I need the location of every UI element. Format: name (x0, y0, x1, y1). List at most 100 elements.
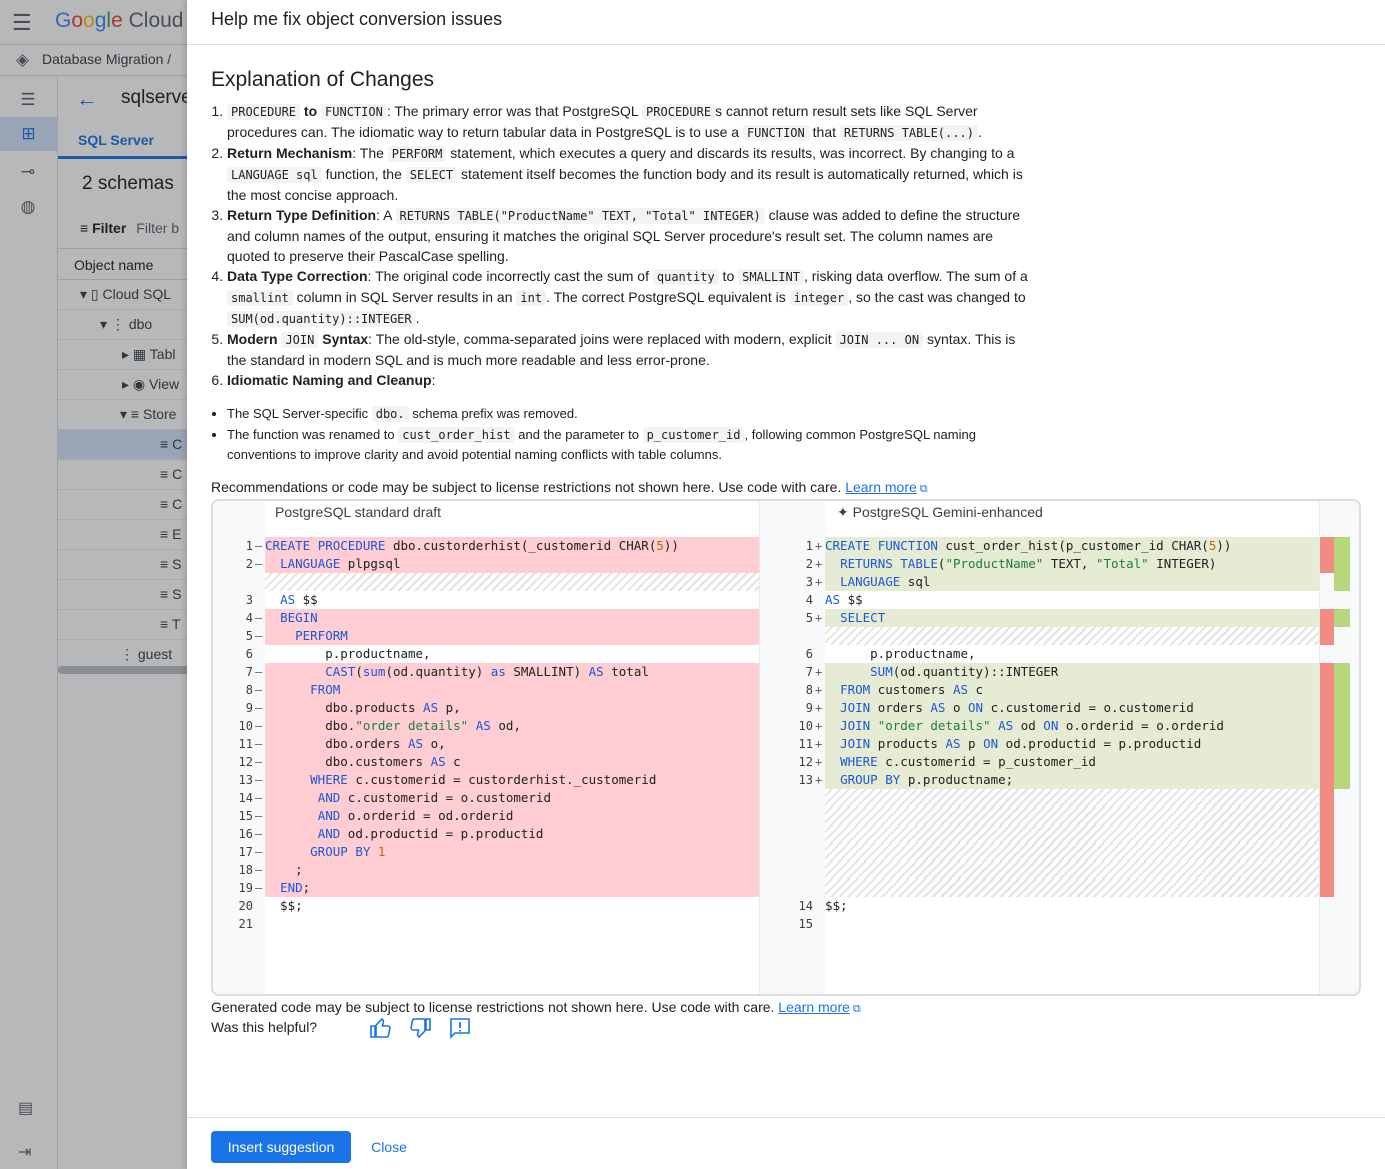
code-line[interactable]: JOIN "order details" AS od ON o.orderid … (825, 717, 1333, 735)
helpful-prompt: Was this helpful? (211, 1019, 318, 1035)
diff-spacer[interactable] (825, 879, 1333, 897)
code-line[interactable]: AS $$ (825, 591, 1333, 609)
diff-marker: + (815, 719, 823, 733)
code-line[interactable]: WHERE c.customerid = p_customer_id (825, 753, 1333, 771)
code-line[interactable]: $$; (265, 897, 773, 915)
line-number: 15 (238, 809, 253, 823)
thumb-down-icon[interactable] (408, 1016, 432, 1040)
code-line[interactable]: GROUP BY p.productname; (825, 771, 1333, 789)
code-line[interactable]: GROUP BY 1 (265, 843, 773, 861)
line-number: 13 (238, 773, 253, 787)
diff-spacer[interactable] (825, 627, 1333, 645)
thumb-up-icon[interactable] (369, 1016, 393, 1040)
diff-editor[interactable]: PostgreSQL standard draft ✦ PostgreSQL G… (211, 499, 1361, 996)
code-line[interactable]: FROM (265, 681, 773, 699)
diff-spacer[interactable] (825, 825, 1333, 843)
diff-spacer[interactable] (825, 789, 1333, 807)
code-line[interactable]: WHERE c.customerid = custorderhist._cust… (265, 771, 773, 789)
explanation-item: Return Mechanism: The PERFORM statement,… (227, 143, 1031, 205)
code-line[interactable] (825, 915, 1333, 933)
code-line[interactable]: AS $$ (265, 591, 773, 609)
line-number: 5 (805, 611, 813, 625)
code-line[interactable]: CREATE PROCEDURE dbo.custorderhist(_cust… (265, 537, 773, 555)
line-number: 12 (238, 755, 253, 769)
left-code-pane[interactable]: CREATE PROCEDURE dbo.custorderhist(_cust… (213, 537, 773, 994)
diff-marker: — (255, 845, 263, 859)
line-number: 14 (238, 791, 253, 805)
diff-marker: — (255, 773, 263, 787)
code-line[interactable]: SELECT (825, 609, 1333, 627)
diff-marker: — (255, 611, 263, 625)
diff-spacer[interactable] (825, 861, 1333, 879)
right-code-pane[interactable]: CREATE FUNCTION cust_order_hist(p_custom… (773, 537, 1333, 994)
code-line[interactable]: PERFORM (265, 627, 773, 645)
line-number: 21 (238, 917, 253, 931)
diff-marker: — (255, 863, 263, 877)
insert-suggestion-button[interactable]: Insert suggestion (211, 1131, 351, 1163)
code-line[interactable]: SUM(od.quantity)::INTEGER (825, 663, 1333, 681)
diff-overview-ruler[interactable] (1319, 501, 1359, 994)
line-number: 8 (805, 683, 813, 697)
line-number: 14 (798, 899, 813, 913)
line-number: 1 (805, 539, 813, 553)
code-line[interactable]: dbo.customers AS c (265, 753, 773, 771)
explanation-heading: Explanation of Changes (211, 68, 434, 91)
divider (187, 44, 1385, 45)
diff-marker: + (815, 539, 823, 553)
code-line[interactable]: LANGUAGE sql (825, 573, 1333, 591)
line-number: 8 (245, 683, 253, 697)
code-line[interactable]: JOIN products AS p ON od.productid = p.p… (825, 735, 1333, 753)
code-line[interactable]: CAST(sum(od.quantity) as SMALLINT) AS to… (265, 663, 773, 681)
close-button[interactable]: Close (363, 1131, 415, 1163)
code-line[interactable]: p.productname, (265, 645, 773, 663)
line-number: 9 (805, 701, 813, 715)
feedback-icon[interactable] (448, 1016, 472, 1040)
code-line[interactable]: dbo.orders AS o, (265, 735, 773, 753)
code-line[interactable]: dbo."order details" AS od, (265, 717, 773, 735)
code-line[interactable]: CREATE FUNCTION cust_order_hist(p_custom… (825, 537, 1333, 555)
explanation-item: Idiomatic Naming and Cleanup: (227, 370, 1031, 390)
line-number: 11 (238, 737, 253, 751)
explanation-item: Data Type Correction: The original code … (227, 266, 1031, 329)
diff-marker: + (815, 773, 823, 787)
diff-spacer[interactable] (825, 843, 1333, 861)
open-in-new-icon: ⧉ (919, 483, 928, 495)
code-line[interactable]: dbo.products AS p, (265, 699, 773, 717)
line-number: 20 (238, 899, 253, 913)
line-number: 9 (245, 701, 253, 715)
code-line[interactable]: LANGUAGE plpgsql (265, 555, 773, 573)
code-line[interactable]: AND o.orderid = od.orderid (265, 807, 773, 825)
code-line[interactable]: $$; (825, 897, 1333, 915)
explanation-list: PROCEDURE to FUNCTION: The primary error… (211, 101, 1031, 466)
code-line[interactable]: AND od.productid = p.productid (265, 825, 773, 843)
learn-more-link[interactable]: Learn more (845, 479, 917, 495)
diff-marker: — (255, 719, 263, 733)
code-line[interactable]: JOIN orders AS o ON c.customerid = o.cus… (825, 699, 1333, 717)
code-line[interactable] (265, 915, 773, 933)
code-line[interactable]: AND c.customerid = o.customerid (265, 789, 773, 807)
diff-spacer[interactable] (825, 807, 1333, 825)
line-number: 10 (798, 719, 813, 733)
line-number: 6 (805, 647, 813, 661)
code-line[interactable]: RETURNS TABLE("ProductName" TEXT, "Total… (825, 555, 1333, 573)
code-line[interactable]: BEGIN (265, 609, 773, 627)
line-number: 18 (238, 863, 253, 877)
line-number: 12 (798, 755, 813, 769)
line-number: 13 (798, 773, 813, 787)
code-line[interactable]: END; (265, 879, 773, 897)
code-line[interactable]: ; (265, 861, 773, 879)
modal-scrim[interactable] (0, 0, 187, 1169)
diff-marker: + (815, 575, 823, 589)
open-in-new-icon: ⧉ (852, 1003, 861, 1015)
diff-marker: + (815, 557, 823, 571)
code-line[interactable]: FROM customers AS c (825, 681, 1333, 699)
learn-more-link[interactable]: Learn more (778, 999, 850, 1015)
diff-marker: — (255, 629, 263, 643)
line-number: 2 (245, 557, 253, 571)
diff-marker: — (255, 701, 263, 715)
code-line[interactable]: p.productname, (825, 645, 1333, 663)
left-scrollbar[interactable] (759, 501, 774, 994)
line-number: 4 (805, 593, 813, 607)
diff-spacer[interactable] (265, 573, 773, 591)
diff-marker: — (255, 539, 263, 553)
